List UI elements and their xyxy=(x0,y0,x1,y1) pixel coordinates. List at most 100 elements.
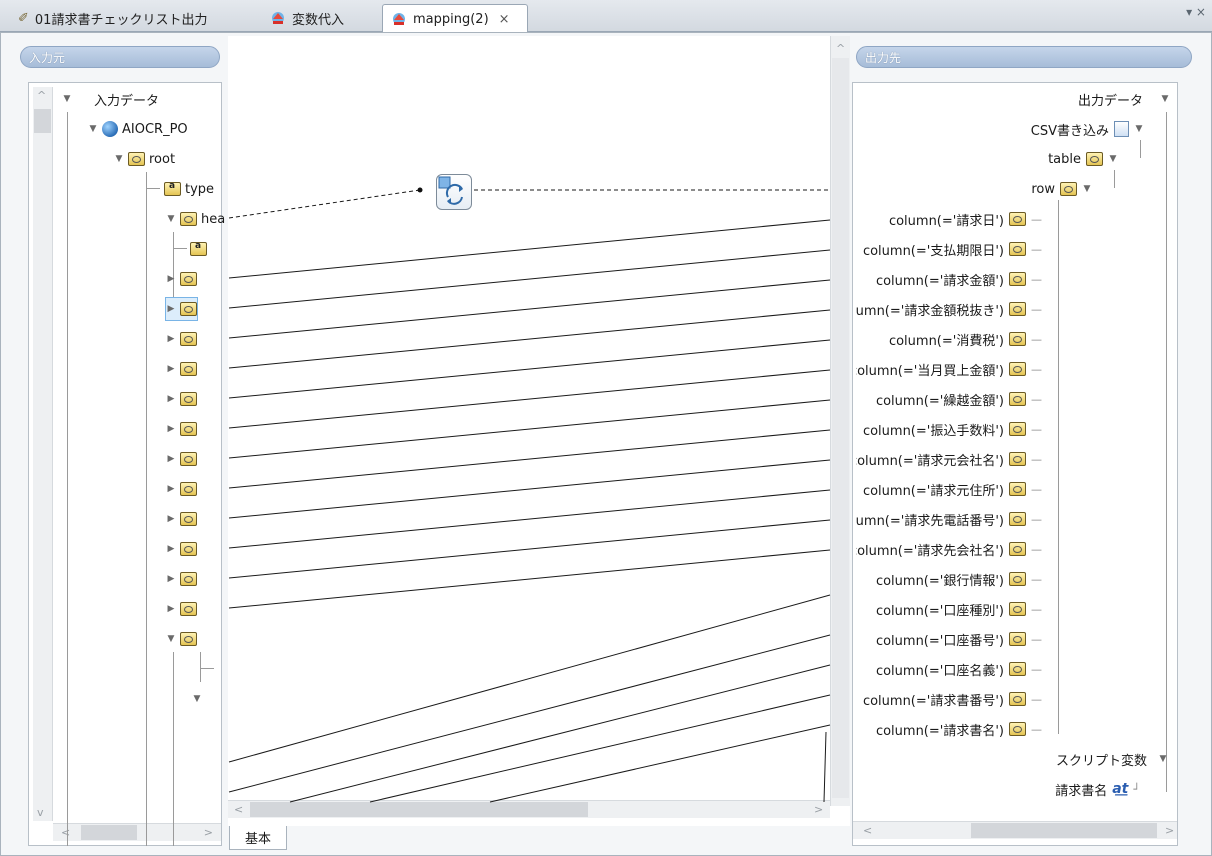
output-table-node[interactable]: table ▼ xyxy=(1048,148,1118,170)
tree-connector: — xyxy=(1031,362,1042,376)
expand-triangle-icon[interactable]: ▼ xyxy=(1108,154,1118,164)
tree-label: column(='口座番号') xyxy=(875,633,1004,649)
output-tree-root[interactable]: 出力データ ▼ xyxy=(1078,88,1170,110)
mapping-line[interactable] xyxy=(228,279,831,339)
tree-label: スクリプト変数 xyxy=(1055,753,1147,769)
connection-point[interactable] xyxy=(417,187,423,193)
mapping-line[interactable] xyxy=(228,634,831,793)
output-pane-title: 出力先 xyxy=(865,51,902,65)
folder-node-icon xyxy=(1009,662,1026,676)
tree-connector: — xyxy=(1031,392,1042,406)
tree-connector: — xyxy=(1031,302,1042,316)
output-column-node[interactable]: column(='請求書番号') — xyxy=(863,688,1042,710)
scroll-right-icon[interactable]: > xyxy=(1165,824,1174,837)
tree-connector: — xyxy=(1031,602,1042,616)
tree-label: column(='請求書名') xyxy=(875,723,1004,739)
tree-guide xyxy=(1114,170,1115,188)
mapper-function-icon[interactable] xyxy=(436,174,472,210)
mapping-line[interactable] xyxy=(228,399,831,459)
output-column-node[interactable]: column(='銀行情報') — xyxy=(876,568,1042,590)
tree-label: column(='請求金額') xyxy=(875,273,1004,289)
tree-label: column(='請求先電話番号') xyxy=(836,513,1004,529)
tree-connector: — xyxy=(1031,272,1042,286)
mapping-line[interactable] xyxy=(228,459,831,519)
expand-triangle-icon[interactable]: ▼ xyxy=(1160,94,1170,104)
mapping-line[interactable] xyxy=(823,731,827,803)
output-column-node[interactable]: column(='請求元住所') — xyxy=(863,478,1042,500)
mapping-line[interactable] xyxy=(228,429,831,489)
output-column-node[interactable]: column(='口座名義') — xyxy=(876,658,1042,680)
tree-connector: — xyxy=(1031,332,1042,346)
mapping-line[interactable] xyxy=(228,369,831,429)
tree-label: column(='銀行情報') xyxy=(875,573,1004,589)
tree-connector: — xyxy=(1031,692,1042,706)
output-csv-writer[interactable]: CSV書き込み ▼ xyxy=(1031,118,1144,140)
mapping-line[interactable] xyxy=(228,594,831,763)
tree-connector: — xyxy=(1031,422,1042,436)
output-column-node[interactable]: column(='請求金額') — xyxy=(876,268,1042,290)
output-column-node[interactable]: column(='繰越金額') — xyxy=(876,388,1042,410)
scroll-thumb[interactable] xyxy=(971,823,1157,838)
folder-node-icon xyxy=(1009,692,1026,706)
expand-triangle-icon[interactable]: ▼ xyxy=(1134,124,1144,134)
tree-label: column(='請求元住所') xyxy=(862,483,1004,499)
string-variable-icon: a͟t xyxy=(1112,781,1129,797)
folder-node-icon xyxy=(1009,362,1026,376)
folder-node-icon xyxy=(1009,272,1026,286)
output-column-node[interactable]: column(='請求元会社名') — xyxy=(849,448,1042,470)
folder-node-icon xyxy=(1009,602,1026,616)
tree-label: 請求書名 xyxy=(1055,783,1108,799)
tree-label: column(='請求元会社名') xyxy=(849,453,1004,469)
folder-node-icon xyxy=(1009,212,1026,226)
tree-label: column(='口座名義') xyxy=(875,663,1004,679)
mapping-line[interactable] xyxy=(228,519,831,579)
folder-node-icon xyxy=(1060,182,1077,196)
tab-label: 基本 xyxy=(244,832,271,847)
output-column-node[interactable]: column(='請求書名') — xyxy=(876,718,1042,740)
output-column-node[interactable]: column(='請求金額税抜き') — xyxy=(856,298,1042,320)
tree-connector: — xyxy=(1031,242,1042,256)
scroll-left-icon[interactable]: < xyxy=(863,824,872,837)
mapping-line[interactable] xyxy=(489,724,831,803)
output-column-node[interactable]: column(='請求日') — xyxy=(889,208,1042,230)
mapping-line[interactable] xyxy=(228,219,831,279)
mapping-line[interactable] xyxy=(228,489,831,549)
output-column-node[interactable]: column(='当月買上金額') — xyxy=(856,358,1042,380)
output-column-node[interactable]: column(='請求先電話番号') — xyxy=(836,508,1042,530)
mapping-line[interactable] xyxy=(228,249,831,309)
tree-label: table xyxy=(1048,151,1081,167)
output-script-variables[interactable]: スクリプト変数 ▼ xyxy=(1056,748,1168,770)
tree-connector: ┘ xyxy=(1133,782,1140,796)
output-column-node[interactable]: column(='口座種別') — xyxy=(876,598,1042,620)
tree-guide xyxy=(1140,140,1141,158)
output-column-node[interactable]: column(='支払期限日') — xyxy=(863,238,1042,260)
tree-label: column(='請求先会社名') xyxy=(849,543,1004,559)
output-tree-hscroll[interactable]: < > xyxy=(853,821,1177,839)
folder-node-icon xyxy=(1009,452,1026,466)
csv-file-icon xyxy=(1114,121,1129,137)
mapping-line[interactable] xyxy=(228,339,831,399)
mapping-line[interactable] xyxy=(289,664,831,803)
tree-label: column(='請求書番号') xyxy=(862,693,1004,709)
mapping-line[interactable] xyxy=(228,549,831,609)
expand-triangle-icon[interactable]: ▼ xyxy=(1158,754,1168,764)
folder-node-icon xyxy=(1009,512,1026,526)
tree-label: CSV書き込み xyxy=(1030,123,1109,139)
mapping-line[interactable] xyxy=(228,309,831,369)
tab-basic[interactable]: 基本 xyxy=(229,826,287,850)
tree-connector: — xyxy=(1031,572,1042,586)
output-column-node[interactable]: column(='振込手数料') — xyxy=(863,418,1042,440)
output-variable-item[interactable]: 請求書名 a͟t ┘ xyxy=(1055,778,1140,800)
output-row-node[interactable]: row ▼ xyxy=(1031,178,1092,200)
tree-label: row xyxy=(1031,181,1055,197)
mapping-line[interactable] xyxy=(369,694,831,803)
tree-connector: — xyxy=(1031,632,1042,646)
tree-connector: — xyxy=(1031,452,1042,466)
output-column-node[interactable]: column(='請求先会社名') — xyxy=(849,538,1042,560)
tree-connector: — xyxy=(1031,212,1042,226)
output-column-node[interactable]: column(='口座番号') — xyxy=(876,628,1042,650)
mapping-line[interactable] xyxy=(228,189,421,219)
expand-triangle-icon[interactable]: ▼ xyxy=(1082,184,1092,194)
output-column-node[interactable]: column(='消費税') — xyxy=(889,328,1042,350)
tree-label: column(='支払期限日') xyxy=(862,243,1004,259)
